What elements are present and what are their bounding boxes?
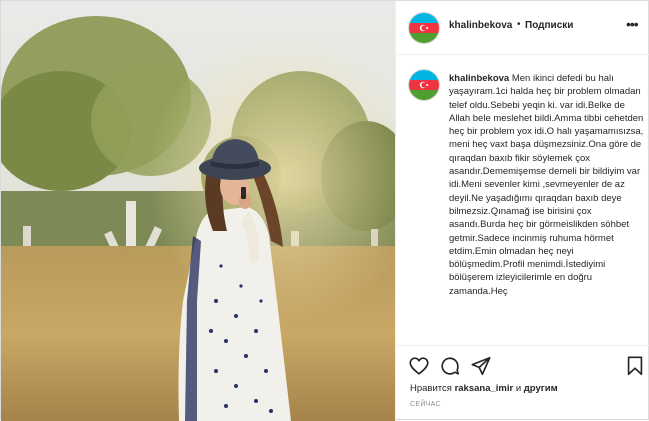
likes-others-link[interactable]: другим bbox=[524, 383, 558, 394]
likes-middle: и bbox=[513, 383, 524, 394]
azerbaijan-flag-icon bbox=[409, 13, 439, 43]
azerbaijan-flag-icon bbox=[409, 70, 439, 100]
action-bar: Нравится raksana_imir и другим СЕЙЧАС bbox=[396, 345, 649, 421]
photo-image bbox=[1, 1, 395, 421]
comment-icon[interactable] bbox=[439, 355, 461, 377]
likes-prefix: Нравится bbox=[410, 383, 455, 394]
caption-text: Men ikinci defedi bu halı yaşayıram.1ci … bbox=[449, 73, 644, 297]
profile-avatar[interactable] bbox=[408, 12, 440, 44]
post-timestamp[interactable]: СЕЙЧАС bbox=[410, 401, 441, 408]
share-icon[interactable] bbox=[470, 355, 492, 377]
header-username[interactable]: khalinbekova bbox=[449, 20, 512, 31]
bookmark-icon[interactable] bbox=[624, 355, 646, 377]
post-sidebar: khalinbekova • Подписки ••• khalinbekova… bbox=[395, 1, 649, 421]
caption-avatar[interactable] bbox=[408, 69, 440, 101]
more-horizontal-icon[interactable]: ••• bbox=[626, 16, 639, 32]
post-header: khalinbekova • Подписки ••• bbox=[396, 1, 649, 55]
heart-icon[interactable] bbox=[408, 355, 430, 377]
comments-section[interactable]: khalinbekova Men ikinci defedi bu halı y… bbox=[396, 56, 649, 346]
likes-username[interactable]: raksana_imir bbox=[455, 383, 514, 394]
header-separator: • bbox=[517, 19, 521, 30]
following-button[interactable]: Подписки bbox=[525, 20, 573, 31]
post-photo[interactable] bbox=[1, 1, 395, 421]
instagram-post: khalinbekova • Подписки ••• khalinbekova… bbox=[0, 0, 649, 421]
likes-summary: Нравится raksana_imir и другим bbox=[410, 383, 558, 394]
caption-username[interactable]: khalinbekova bbox=[449, 73, 509, 84]
post-caption: khalinbekova Men ikinci defedi bu halı y… bbox=[449, 72, 645, 298]
